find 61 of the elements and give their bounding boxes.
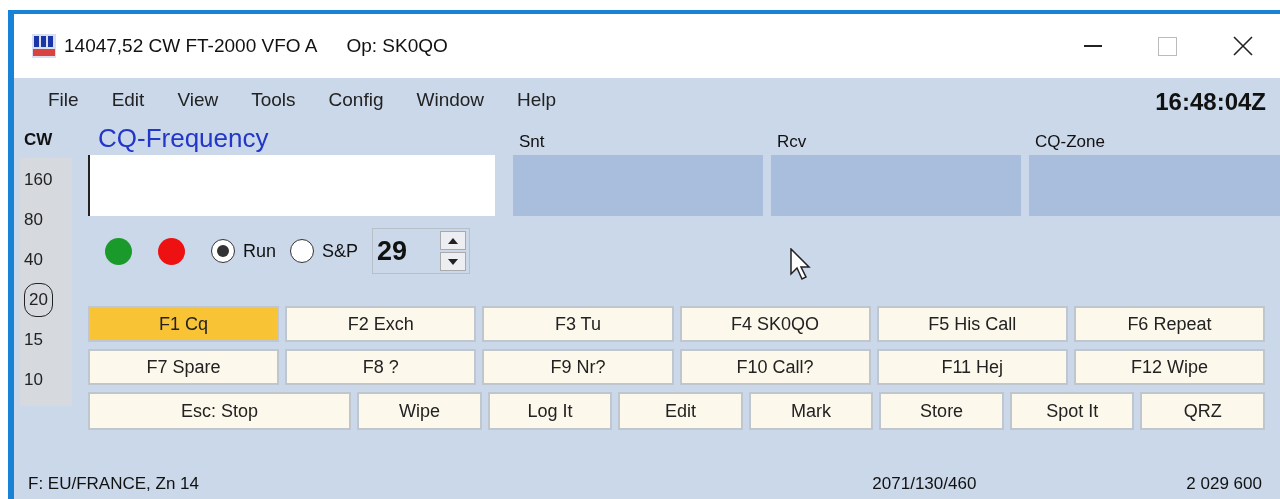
radio-button[interactable] (211, 239, 235, 263)
action-button[interactable]: Spot It (1009, 392, 1135, 430)
function-key-button[interactable]: F5 His Call (876, 306, 1068, 342)
action-button[interactable]: Esc: Stop (88, 392, 352, 430)
menu-item[interactable]: Config (312, 85, 401, 115)
band-button[interactable]: 15 (20, 320, 43, 360)
operator-label: Op: SK0QO (346, 33, 448, 58)
down-arrow-icon (448, 258, 459, 265)
action-button[interactable]: Wipe (357, 392, 482, 430)
spin-up-button[interactable] (440, 231, 467, 250)
action-button[interactable]: QRZ (1140, 392, 1265, 430)
band-button[interactable]: 10 (20, 360, 43, 400)
exchange-input[interactable] (513, 155, 763, 216)
action-button[interactable]: Mark (748, 392, 874, 430)
menu-item[interactable]: File (32, 85, 96, 115)
function-key-button[interactable]: F11 Hej (876, 349, 1068, 385)
menu-item[interactable]: Window (400, 85, 502, 115)
band-button[interactable]: 160 (20, 160, 53, 200)
band-button[interactable]: 40 (20, 240, 43, 280)
function-key-button[interactable]: F2 Exch (285, 306, 477, 342)
status-text: F: EU/FRANCE, Zn 14 (28, 473, 199, 496)
spin-down-button[interactable] (440, 252, 467, 271)
exchange-input[interactable] (771, 155, 1021, 216)
action-button[interactable]: Log It (487, 392, 613, 430)
qso-count: 2071/130/460 (872, 473, 977, 496)
function-key-button[interactable]: F7 Spare (88, 349, 280, 385)
menu-item[interactable]: Help (501, 85, 574, 115)
function-key-button[interactable]: F8 ? (285, 349, 477, 385)
function-key-button[interactable]: F1 Cq (88, 306, 280, 342)
band-button[interactable]: 80 (20, 200, 43, 240)
mouse-pointer-icon (790, 248, 814, 282)
maximize-icon (1158, 36, 1177, 56)
radio-label: S&P (322, 239, 359, 263)
menu-item[interactable]: Tools (235, 85, 313, 115)
close-icon (1232, 36, 1253, 56)
up-arrow-icon (448, 237, 459, 244)
frequency-input[interactable] (88, 155, 495, 216)
function-key-button[interactable]: F9 Nr? (482, 349, 674, 385)
action-button[interactable]: Edit (618, 392, 743, 430)
function-key-button[interactable]: F6 Repeat (1073, 306, 1265, 342)
window-title: 14047,52 CW FT-2000 VFO A (64, 33, 318, 58)
function-key-button[interactable]: F3 Tu (482, 306, 674, 342)
field-label: CQ-Frequency (97, 122, 270, 155)
mode-label: CW (23, 129, 54, 152)
radio-label: Run (243, 239, 277, 263)
minimize-icon (1083, 45, 1102, 47)
function-key-button[interactable]: F4 SK0QO (679, 306, 871, 342)
exchange-input[interactable] (1029, 155, 1280, 216)
menu-item[interactable]: Edit (95, 85, 162, 115)
menu-item[interactable]: View (161, 85, 236, 115)
action-button[interactable]: Store (879, 392, 1004, 430)
function-key-button[interactable]: F12 Wipe (1073, 349, 1265, 385)
radio-button[interactable] (290, 239, 315, 263)
clock-label: 16:48:04Z (1155, 87, 1267, 117)
score-text: 2 029 600 (1186, 473, 1262, 496)
number-spinner[interactable]: 29 (372, 228, 471, 274)
field-label: Snt (518, 131, 546, 153)
field-label: CQ-Zone (1034, 131, 1106, 153)
function-key-button[interactable]: F10 Call? (679, 349, 871, 385)
field-label: Rcv (776, 131, 808, 153)
app-logo-icon (32, 34, 56, 58)
